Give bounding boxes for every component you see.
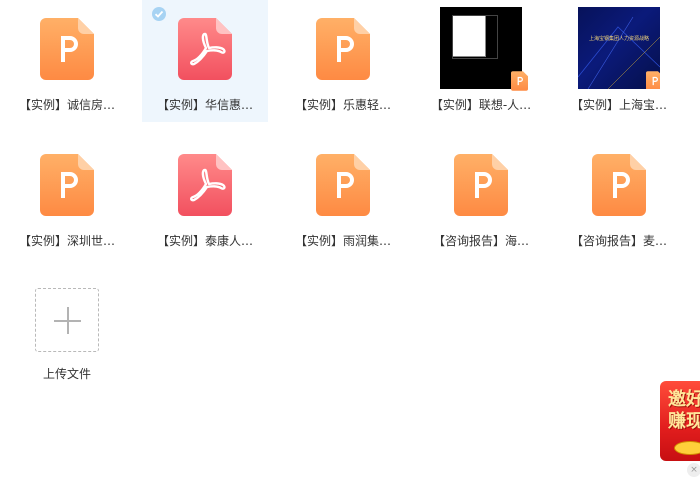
file-name: 【实例】诚信房… [18,98,115,112]
file-grid: 【实例】诚信房… 【实例】华信惠… 【实例】乐惠轻… 【实例】联想-人… 上海宝… [0,0,700,499]
file-tile[interactable]: 【咨询报告】麦… [556,136,682,258]
upload-label: 上传文件 [42,367,91,381]
file-tile[interactable]: 【实例】联想-人… [418,0,544,122]
close-icon[interactable]: × [687,463,700,477]
file-name: 【实例】雨润集… [294,234,391,248]
ppt-file-icon [316,154,370,216]
file-tile[interactable]: 【实例】泰康人… [142,136,268,258]
file-name: 【实例】深圳世… [18,234,115,248]
ppt-file-icon [454,154,508,216]
file-tile[interactable]: 【实例】深圳世… [4,136,130,258]
file-tile[interactable]: 上海宝钢集团人力资源战略 【实例】上海宝… [556,0,682,122]
ppt-file-icon [316,18,370,80]
file-name: 【实例】联想-人… [430,98,532,112]
file-tile[interactable]: 【实例】乐惠轻… [280,0,406,122]
file-tile[interactable]: 【实例】诚信房… [4,0,130,122]
ppt-file-icon [40,154,94,216]
file-tile[interactable]: 【咨询报告】海… [418,136,544,258]
promo-line-2: 赚现 [668,411,700,432]
file-name: 【实例】乐惠轻… [294,98,391,112]
check-icon[interactable] [152,7,166,21]
ppt-file-icon [40,18,94,80]
thumbnail-caption: 上海宝钢集团人力资源战略 [588,36,649,42]
ppt-badge-icon [511,71,528,91]
pdf-file-icon [178,154,232,216]
file-tile[interactable]: 【实例】雨润集… [280,136,406,258]
ppt-file-icon [592,154,646,216]
promo-banner[interactable]: 邀好 赚现 [660,381,700,461]
image-thumbnail: 上海宝钢集团人力资源战略 [578,7,660,89]
coin-icon [674,441,700,455]
file-name: 【实例】华信惠… [156,98,253,112]
pdf-file-icon [178,18,232,80]
file-tile-selected[interactable]: 【实例】华信惠… [142,0,268,122]
file-name: 【实例】泰康人… [156,234,253,248]
file-name: 【实例】上海宝… [570,98,667,112]
upload-button[interactable] [35,288,99,352]
ppt-badge-icon [646,71,660,89]
image-thumbnail [440,7,528,91]
file-name: 【咨询报告】海… [432,234,529,248]
file-name: 【咨询报告】麦… [570,234,667,248]
